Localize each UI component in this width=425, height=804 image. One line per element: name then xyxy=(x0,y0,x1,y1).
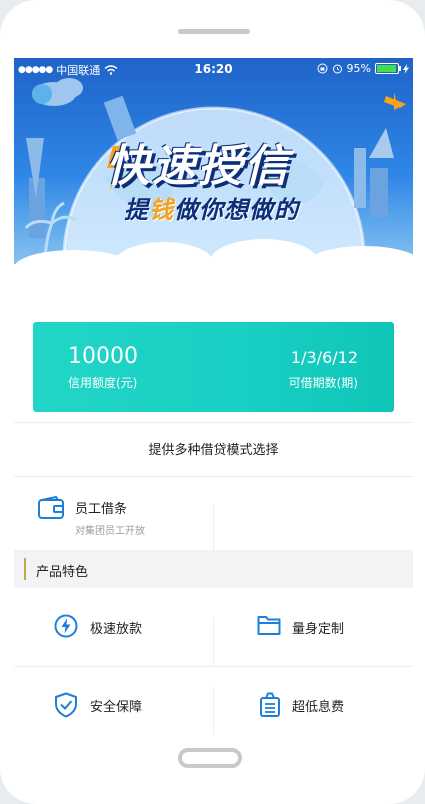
shield-check-icon xyxy=(55,692,77,718)
product-features-header: 产品特色 xyxy=(14,550,413,588)
feature-label: 量身定制 xyxy=(292,622,345,637)
feature-fast-disbursement[interactable]: 极速放款 xyxy=(14,598,213,658)
status-right: 95% xyxy=(317,62,409,75)
folder-icon xyxy=(257,616,281,635)
feature-security[interactable]: 安全保障 xyxy=(14,676,213,734)
banner-subtitle: 提钱做你想做的 xyxy=(124,190,299,225)
credit-amount-label: 信用额度(元) xyxy=(68,376,138,390)
status-bar: ●●●●● 中国联通 16:20 95% xyxy=(14,58,413,80)
banner-subtitle-highlight: 钱 xyxy=(149,196,174,224)
feature-low-fee[interactable]: 超低息费 xyxy=(214,676,413,734)
banner-title: 快速授信 xyxy=(106,141,290,192)
banner-subtitle-part1: 提 xyxy=(124,196,149,224)
home-button[interactable] xyxy=(178,748,242,768)
loan-product-employee-iou[interactable]: 员工借条 对集团员工开放 xyxy=(14,486,214,550)
feature-label: 极速放款 xyxy=(90,622,143,637)
feature-tailored[interactable]: 量身定制 xyxy=(214,598,413,658)
column-separator xyxy=(213,504,214,550)
loan-product-desc: 对集团员工开放 xyxy=(75,526,145,537)
alarm-icon xyxy=(332,64,342,74)
column-separator xyxy=(213,618,214,666)
banner-subtitle-part2: 做你想做的 xyxy=(174,196,299,224)
loan-terms-label: 可借期数(期) xyxy=(288,376,358,390)
battery-level-fill xyxy=(377,65,396,72)
orientation-lock-icon xyxy=(317,63,328,74)
divider xyxy=(14,422,413,423)
phone-frame: 快速授信 提钱做你想做的 ●●●●● 中国联通 16:20 95% 10000 … xyxy=(0,0,425,804)
wallet-icon xyxy=(38,496,64,519)
credit-amount: 10000 xyxy=(68,344,138,369)
phone-speaker xyxy=(178,29,250,34)
charging-bolt-icon xyxy=(403,63,409,74)
feature-label: 超低息费 xyxy=(292,700,345,715)
column-separator xyxy=(213,686,214,734)
battery-icon xyxy=(375,63,401,74)
divider xyxy=(14,476,413,477)
app-screen: 快速授信 提钱做你想做的 ●●●●● 中国联通 16:20 95% 10000 … xyxy=(14,58,413,734)
fee-bag-icon xyxy=(260,692,280,717)
loan-modes-caption: 提供多种借贷模式选择 xyxy=(148,443,279,458)
feature-label: 安全保障 xyxy=(90,700,143,715)
lightning-icon xyxy=(54,614,78,638)
credit-summary-card[interactable]: 10000 信用额度(元) 1/3/6/12 可借期数(期) xyxy=(33,322,394,412)
promo-banner[interactable]: 快速授信 提钱做你想做的 xyxy=(14,58,413,272)
section-title: 产品特色 xyxy=(36,565,89,580)
loan-product-title: 员工借条 xyxy=(75,502,128,517)
divider xyxy=(14,666,413,667)
loan-terms: 1/3/6/12 xyxy=(290,348,358,367)
section-accent-bar xyxy=(24,558,26,580)
battery-percent: 95% xyxy=(346,62,371,75)
